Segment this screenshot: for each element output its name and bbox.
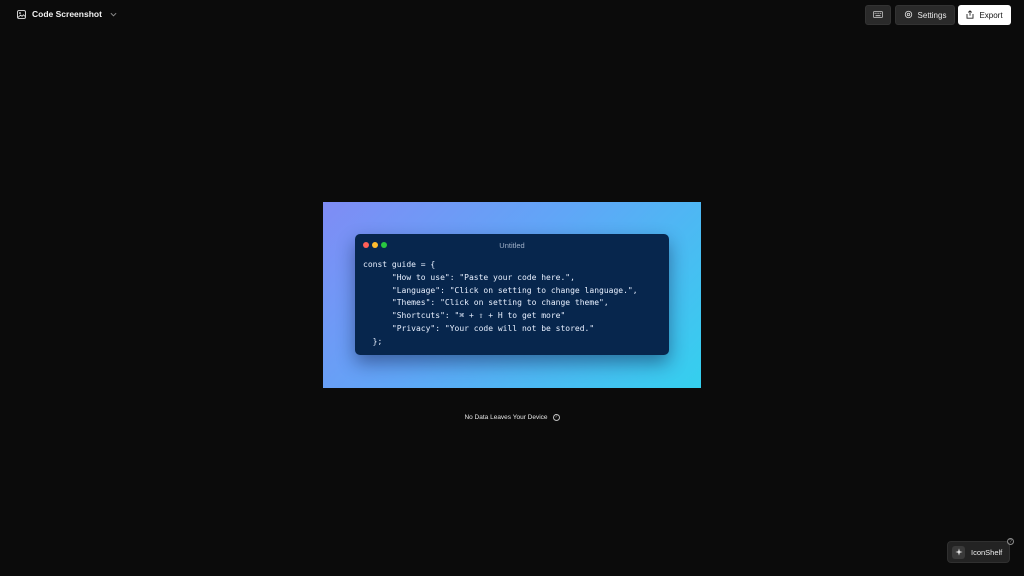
window-title[interactable]: Untitled <box>355 241 669 250</box>
app-title-menu[interactable]: Code Screenshot <box>17 9 117 19</box>
iconshelf-label: IconShelf <box>971 547 1003 557</box>
keyboard-shortcuts-button[interactable] <box>865 5 891 25</box>
app-title-text: Code Screenshot <box>32 9 102 19</box>
code-line: "Shortcuts": "⌘ + ⇧ + H to get more" <box>363 311 566 321</box>
privacy-note-text: No Data Leaves Your Device <box>464 414 548 421</box>
sparkle-icon <box>952 545 965 559</box>
code-line: "Themes": "Click on setting to change th… <box>363 298 609 308</box>
code-editor[interactable]: const guide = { "How to use": "Paste you… <box>363 259 638 349</box>
code-line: "Privacy": "Your code will not be stored… <box>363 323 595 333</box>
code-line: "How to use": "Paste your code here.", <box>363 272 575 282</box>
gear-icon <box>904 10 913 21</box>
top-bar: Code Screenshot Settings Export <box>0 0 1024 30</box>
code-line: "Language": "Click on setting to change … <box>363 285 638 295</box>
export-label: Export <box>979 10 1003 20</box>
privacy-note: No Data Leaves Your Device ? <box>0 414 1024 421</box>
keyboard-icon <box>873 10 883 20</box>
image-icon <box>17 9 26 19</box>
settings-button[interactable]: Settings <box>895 5 955 25</box>
code-line: const guide = { <box>363 260 436 269</box>
code-window: Untitled const guide = { "How to use": "… <box>355 234 669 355</box>
screenshot-canvas: Untitled const guide = { "How to use": "… <box>323 202 701 388</box>
chevron-down-icon <box>110 10 117 19</box>
code-line: }; <box>363 336 383 346</box>
export-button[interactable]: Export <box>958 5 1011 25</box>
settings-label: Settings <box>917 10 947 20</box>
iconshelf-widget[interactable]: IconShelf <box>947 541 1010 563</box>
help-icon[interactable]: ? <box>1007 538 1014 545</box>
help-icon[interactable]: ? <box>552 414 560 421</box>
share-icon <box>966 9 974 21</box>
